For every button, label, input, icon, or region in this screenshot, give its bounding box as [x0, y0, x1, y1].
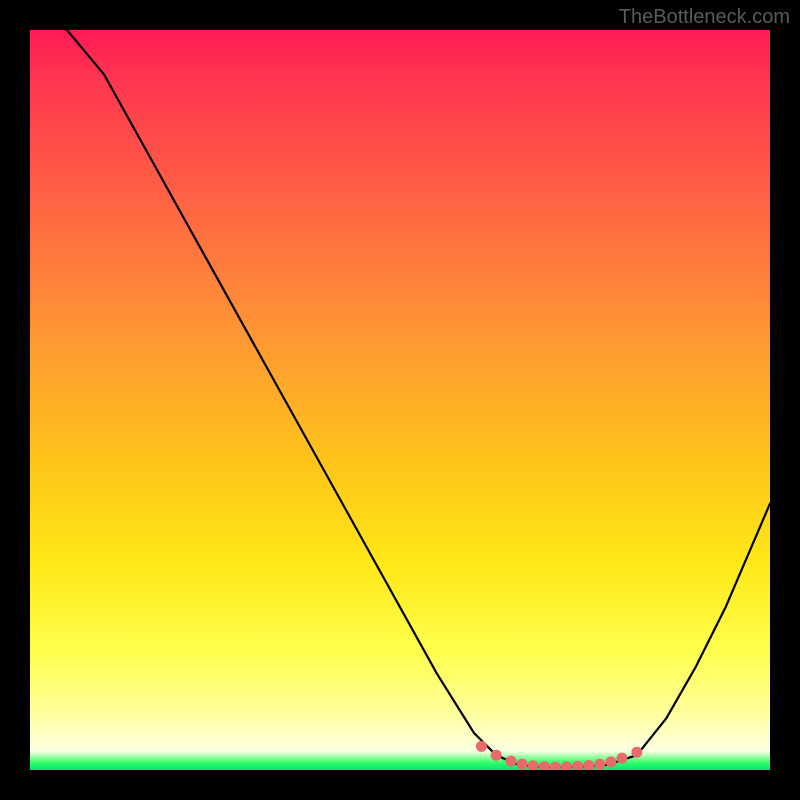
bottleneck-curve — [30, 30, 770, 767]
marker-dot — [594, 759, 605, 770]
plot-area — [30, 30, 770, 770]
marker-dot — [631, 747, 642, 758]
marker-dot — [605, 756, 616, 767]
marker-dot — [539, 761, 550, 770]
marker-dot — [517, 759, 528, 770]
marker-dot — [561, 761, 572, 770]
marker-dot — [583, 760, 594, 770]
marker-dot — [572, 761, 583, 770]
highlight-markers — [476, 741, 642, 770]
marker-dot — [550, 762, 561, 770]
chart-svg — [30, 30, 770, 770]
marker-dot — [491, 750, 502, 761]
marker-dot — [528, 760, 539, 770]
marker-dot — [506, 756, 517, 767]
marker-dot — [476, 741, 487, 752]
marker-dot — [617, 753, 628, 764]
attribution-text: TheBottleneck.com — [619, 6, 790, 29]
